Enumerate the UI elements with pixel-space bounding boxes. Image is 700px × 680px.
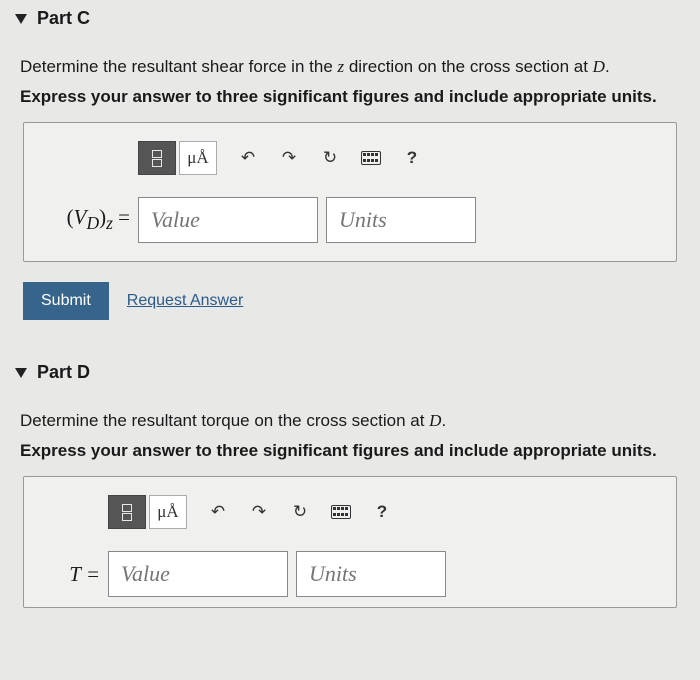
mu-angstrom-icon: μÅ (187, 148, 208, 168)
part-c-header[interactable]: Part C (15, 8, 685, 29)
part-c-input-row: (VD)z = (38, 197, 662, 243)
value-input[interactable] (138, 197, 318, 243)
q-loc-d: D (429, 411, 441, 430)
redo-icon: ↷ (252, 502, 266, 522)
mu-angstrom-icon: μÅ (157, 502, 178, 522)
help-button[interactable]: ? (363, 495, 401, 529)
templates-button[interactable] (138, 141, 176, 175)
q-loc-d: D (593, 57, 605, 76)
units-input[interactable] (326, 197, 476, 243)
symbols-button[interactable]: μÅ (179, 141, 217, 175)
part-c-variable-label: (VD)z = (38, 205, 130, 234)
redo-button[interactable]: ↷ (270, 141, 308, 175)
q-text: direction on the cross section at (344, 57, 593, 76)
undo-button[interactable]: ↶ (199, 495, 237, 529)
undo-icon: ↶ (241, 148, 255, 168)
equation-toolbar: μÅ ↶ ↷ ↻ ? (108, 495, 662, 529)
fraction-template-icon (152, 150, 162, 167)
undo-button[interactable]: ↶ (229, 141, 267, 175)
keyboard-icon (331, 505, 351, 519)
submit-button[interactable]: Submit (23, 282, 109, 320)
part-c-title: Part C (37, 8, 90, 29)
reset-button[interactable]: ↻ (311, 141, 349, 175)
value-input[interactable] (108, 551, 288, 597)
part-c-question: Determine the resultant shear force in t… (20, 57, 685, 77)
redo-button[interactable]: ↷ (240, 495, 278, 529)
keyboard-icon (361, 151, 381, 165)
help-button[interactable]: ? (393, 141, 431, 175)
equation-toolbar: μÅ ↶ ↷ ↻ ? (138, 141, 662, 175)
collapse-caret-icon (15, 368, 27, 378)
undo-icon: ↶ (211, 502, 225, 522)
part-d-variable-label: T = (38, 562, 100, 587)
symbols-button[interactable]: μÅ (149, 495, 187, 529)
part-c-instruction: Express your answer to three significant… (20, 87, 685, 107)
collapse-caret-icon (15, 14, 27, 24)
part-c-answer-box: μÅ ↶ ↷ ↻ ? (VD)z = (23, 122, 677, 262)
reset-icon: ↻ (323, 148, 337, 168)
spacer (220, 141, 226, 175)
q-text: Determine the resultant shear force in t… (20, 57, 338, 76)
reset-icon: ↻ (293, 502, 307, 522)
part-d-question: Determine the resultant torque on the cr… (20, 411, 685, 431)
q-text: . (605, 57, 610, 76)
part-d-title: Part D (37, 362, 90, 383)
help-icon: ? (377, 502, 387, 522)
request-answer-link[interactable]: Request Answer (127, 292, 244, 310)
templates-button[interactable] (108, 495, 146, 529)
part-d-answer-box: μÅ ↶ ↷ ↻ ? T = (23, 476, 677, 608)
part-d-input-row: T = (38, 551, 662, 597)
redo-icon: ↷ (282, 148, 296, 168)
part-d-instruction: Express your answer to three significant… (20, 441, 685, 461)
keyboard-button[interactable] (322, 495, 360, 529)
fraction-template-icon (122, 504, 132, 521)
keyboard-button[interactable] (352, 141, 390, 175)
part-c-submit-row: Submit Request Answer (23, 282, 685, 320)
help-icon: ? (407, 148, 417, 168)
reset-button[interactable]: ↻ (281, 495, 319, 529)
q-text: Determine the resultant torque on the cr… (20, 411, 429, 430)
spacer (190, 495, 196, 529)
part-d-header[interactable]: Part D (15, 362, 685, 383)
q-text: . (441, 411, 446, 430)
units-input[interactable] (296, 551, 446, 597)
